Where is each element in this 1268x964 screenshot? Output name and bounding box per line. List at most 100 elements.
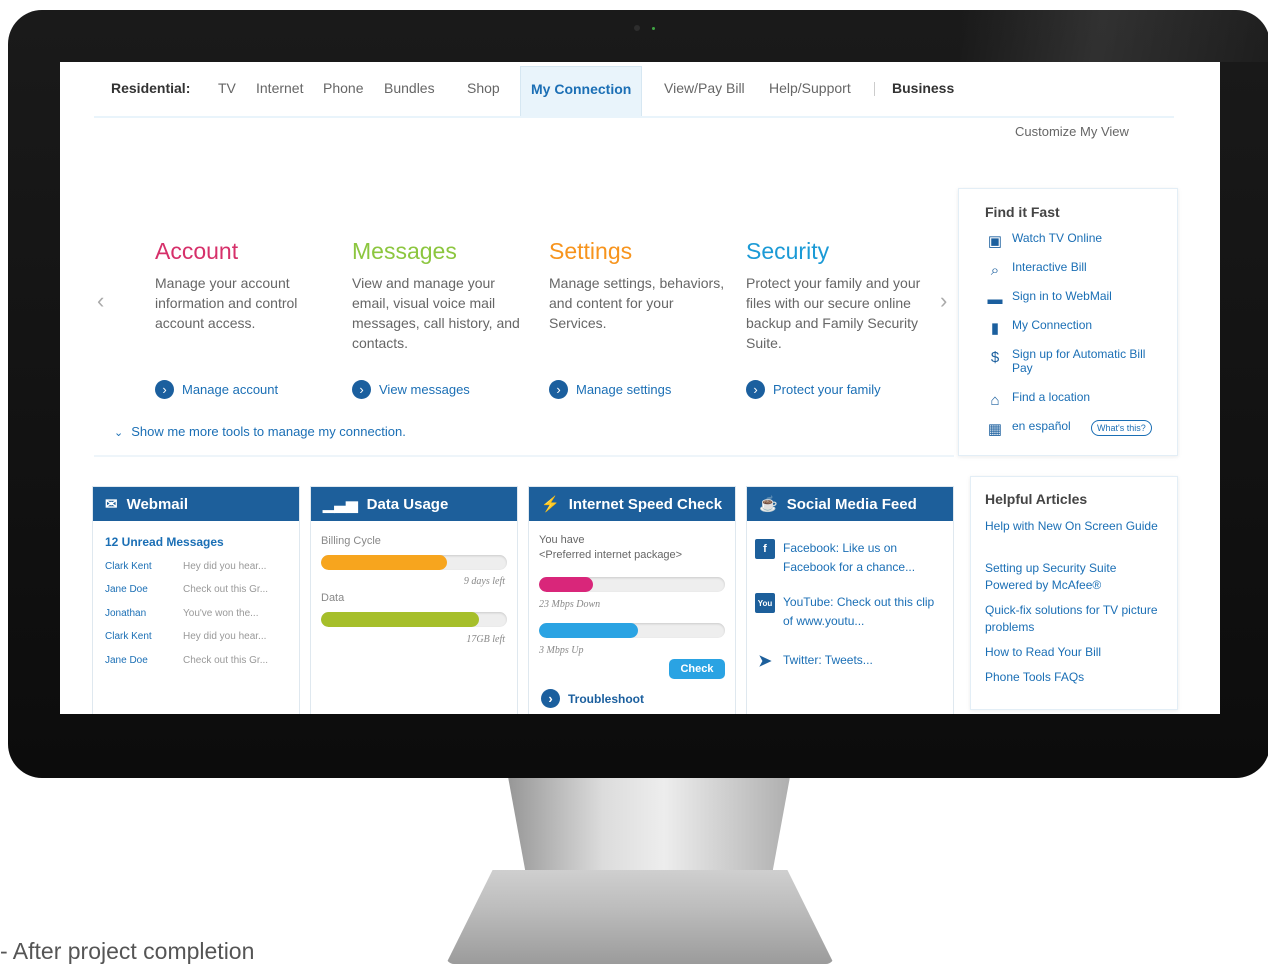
ff-label: Interactive Bill xyxy=(1012,260,1087,274)
view-messages-label: View messages xyxy=(379,382,470,397)
message-preview: Check out this Gr... xyxy=(183,655,269,666)
check-button[interactable]: Check xyxy=(669,659,725,679)
dollar-icon: $ xyxy=(990,348,1000,366)
caption: - After project completion xyxy=(0,938,255,964)
youtube-item[interactable]: You YouTube: Check out this clip of www.… xyxy=(755,593,941,631)
show-more-tools-link[interactable]: ⌄ Show me more tools to manage my connect… xyxy=(114,424,406,439)
speed-check-widget: ⚡ Internet Speed Check You have <Preferr… xyxy=(528,486,736,714)
article-link[interactable]: How to Read Your Bill xyxy=(985,644,1165,661)
store-icon: ▦ xyxy=(987,420,1003,438)
ff-label: en español xyxy=(1012,419,1071,433)
article-link[interactable]: Quick-fix solutions for TV picture probl… xyxy=(985,602,1165,636)
nav-help-support[interactable]: Help/Support xyxy=(769,80,851,96)
carousel-next-icon[interactable]: › xyxy=(940,288,947,314)
arrow-right-icon: › xyxy=(352,380,371,399)
nav-divider xyxy=(874,82,875,96)
account-title: Account xyxy=(155,238,239,264)
message-preview: Check out this Gr... xyxy=(183,584,269,595)
data-usage-title: Data Usage xyxy=(366,495,449,513)
nav-business[interactable]: Business xyxy=(892,80,954,96)
nav-tv[interactable]: TV xyxy=(218,80,236,96)
social-feed-header[interactable]: ☕ Social Media Feed xyxy=(747,487,953,521)
message-row[interactable]: Jane Doe Check out this Gr... xyxy=(105,584,268,595)
phone-icon: ▮ xyxy=(990,319,1000,337)
arrow-right-icon: › xyxy=(549,380,568,399)
nav-bundles[interactable]: Bundles xyxy=(384,80,435,96)
manage-account-link[interactable]: › Manage account xyxy=(155,380,278,399)
data-label: Data xyxy=(321,592,345,604)
message-preview: Hey did you hear... xyxy=(183,631,267,642)
account-column: Account Manage your account information … xyxy=(155,238,331,333)
upload-fill xyxy=(539,623,638,638)
nav-view-pay-bill[interactable]: View/Pay Bill xyxy=(664,80,745,96)
en-espanol-link[interactable]: ▦ en español xyxy=(985,419,1071,439)
article-link[interactable]: Setting up Security Suite Powered by McA… xyxy=(985,560,1165,594)
nav-residential-label: Residential: xyxy=(111,80,191,96)
speedometer-icon: ⚡ xyxy=(541,496,560,513)
facebook-item[interactable]: f Facebook: Like us on Facebook for a ch… xyxy=(755,539,941,577)
billing-cycle-label: Billing Cycle xyxy=(321,535,381,547)
whats-this-bubble[interactable]: What's this? xyxy=(1091,420,1152,436)
message-sender: Clark Kent xyxy=(105,631,152,642)
speed-check-header[interactable]: ⚡ Internet Speed Check xyxy=(529,487,735,521)
find-location-link[interactable]: ⌂ Find a location xyxy=(985,390,1150,410)
article-link[interactable]: Phone Tools FAQs xyxy=(985,669,1165,686)
protect-family-link[interactable]: › Protect your family xyxy=(746,380,881,399)
data-usage-header[interactable]: ▁▃▅ Data Usage xyxy=(311,487,517,521)
messages-text: View and manage your email, visual voice… xyxy=(352,275,520,351)
watch-tv-online-link[interactable]: ▣ Watch TV Online xyxy=(985,231,1150,251)
package-line-1: You have xyxy=(539,534,585,546)
troubleshoot-link[interactable]: › Troubleshoot xyxy=(541,689,644,708)
sign-in-webmail-link[interactable]: ▬ Sign in to WebMail xyxy=(985,289,1150,309)
nav-phone[interactable]: Phone xyxy=(323,80,363,96)
nav-underline xyxy=(94,116,1174,118)
twitter-text: Twitter: Tweets... xyxy=(783,653,873,667)
manage-settings-label: Manage settings xyxy=(576,382,672,397)
message-row[interactable]: Jonathan You've won the... xyxy=(105,608,258,619)
automatic-bill-pay-link[interactable]: $ Sign up for Automatic Bill Pay xyxy=(985,347,1150,375)
account-text: Manage your account information and cont… xyxy=(155,275,298,331)
manage-account-label: Manage account xyxy=(182,382,279,397)
message-preview: Hey did you hear... xyxy=(183,561,267,572)
message-row[interactable]: Clark Kent Hey did you hear... xyxy=(105,561,266,572)
message-row[interactable]: Jane Doe Check out this Gr... xyxy=(105,655,268,666)
view-messages-link[interactable]: › View messages xyxy=(352,380,470,399)
camera xyxy=(634,25,640,31)
package-text: You have <Preferred internet package> xyxy=(539,533,682,563)
message-sender: Jane Doe xyxy=(105,655,148,666)
envelope-icon: ✉ xyxy=(105,496,118,513)
arrow-right-icon: › xyxy=(541,689,560,708)
monitor-glare xyxy=(960,10,1268,62)
settings-column: Settings Manage settings, behaviors, and… xyxy=(549,238,725,333)
package-line-2: <Preferred internet package> xyxy=(539,549,683,561)
arrow-right-icon: › xyxy=(746,380,765,399)
bill-magnifier-icon: ⌕ xyxy=(990,261,1000,279)
nav-my-connection[interactable]: My Connection xyxy=(520,66,643,116)
nav-internet[interactable]: Internet xyxy=(256,80,303,96)
interactive-bill-link[interactable]: ⌕ Interactive Bill xyxy=(985,260,1150,280)
nav-shop[interactable]: Shop xyxy=(467,80,500,96)
messages-title: Messages xyxy=(352,238,457,264)
article-link[interactable]: Help with New On Screen Guide xyxy=(985,518,1165,535)
my-connection-link[interactable]: ▮ My Connection xyxy=(985,318,1150,338)
message-row[interactable]: Clark Kent Hey did you hear... xyxy=(105,631,266,642)
settings-title: Settings xyxy=(549,238,633,264)
ff-label: Sign up for Automatic Bill Pay xyxy=(1012,347,1146,375)
find-it-fast-panel: Find it Fast ▣ Watch TV Online ⌕ Interac… xyxy=(958,188,1178,456)
carousel-divider xyxy=(94,455,954,457)
twitter-item[interactable]: ➤ Twitter: Tweets... xyxy=(755,651,941,671)
upload-speed: 3 Mbps Up xyxy=(539,645,584,656)
message-preview: You've won the... xyxy=(183,608,259,619)
upload-bar xyxy=(539,623,725,638)
manage-settings-link[interactable]: › Manage settings xyxy=(549,380,671,399)
data-usage-widget: ▁▃▅ Data Usage Billing Cycle 9 days left… xyxy=(310,486,518,714)
customize-my-view-link[interactable]: Customize My View xyxy=(1015,124,1129,139)
webmail-header[interactable]: ✉ Webmail xyxy=(93,487,299,521)
carousel-prev-icon[interactable]: ‹ xyxy=(97,288,104,314)
top-nav: Residential: TV Internet Phone Bundles S… xyxy=(60,62,1220,116)
message-sender: Clark Kent xyxy=(105,561,152,572)
unread-count[interactable]: 12 Unread Messages xyxy=(105,535,224,549)
youtube-text: YouTube: Check out this clip of www.yout… xyxy=(783,595,935,628)
message-sender: Jane Doe xyxy=(105,584,148,595)
protect-family-label: Protect your family xyxy=(773,382,881,397)
